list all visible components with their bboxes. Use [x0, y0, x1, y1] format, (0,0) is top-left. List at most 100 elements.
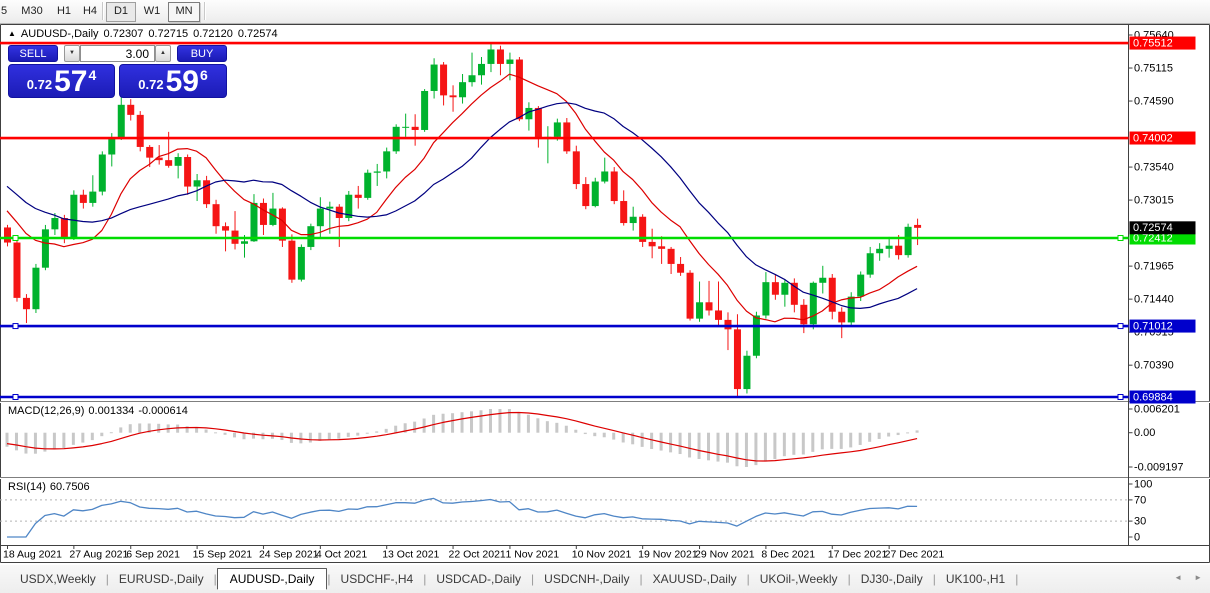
macd-header: MACD(12,26,9) 0.001334 -0.000614: [8, 405, 192, 417]
collapse-panel-icon[interactable]: ▲: [8, 29, 16, 38]
rsi-header: RSI(14) 60.7506: [8, 481, 94, 493]
ohlc-close: 0.72574: [238, 28, 278, 40]
svg-text:0.74002: 0.74002: [1133, 132, 1173, 144]
tabs-scroll-left-icon[interactable]: ◄: [1174, 573, 1182, 582]
rsi-axis: 100 70 30 0: [1129, 478, 1153, 543]
sell-price-prefix: 0.72: [27, 77, 52, 92]
date-label: 1 Nov 2021: [505, 548, 559, 560]
ohlc-high: 0.72715: [148, 28, 188, 40]
application-window: 0.756400.751150.745900.735400.730150.719…: [0, 0, 1210, 593]
buy-price-pip: 6: [200, 67, 208, 83]
date-label: 22 Oct 2021: [449, 548, 506, 560]
svg-text:0.75512: 0.75512: [1133, 37, 1173, 49]
sell-price-pip: 4: [88, 67, 96, 83]
line-handle[interactable]: [1118, 395, 1123, 400]
timeframe-button-d1[interactable]: D1: [106, 2, 136, 22]
date-label: 27 Dec 2021: [885, 548, 945, 560]
buy-price-prefix: 0.72: [138, 77, 163, 92]
ma-fast-line: [7, 74, 917, 322]
date-label: 29 Nov 2021: [695, 548, 755, 560]
timeframe-button-5[interactable]: 5: [0, 2, 10, 20]
svg-text:0.72574: 0.72574: [1133, 222, 1173, 234]
date-label: 24 Sep 2021: [259, 548, 319, 560]
macd-signal-value: -0.000614: [138, 405, 188, 417]
price-axis: 0.756400.751150.745900.735400.730150.719…: [1129, 29, 1196, 403]
tab-uk100-h1[interactable]: UK100-,H1: [936, 569, 1015, 589]
date-label: 15 Sep 2021: [193, 548, 253, 560]
sell-price-big: 57: [54, 65, 87, 98]
line-handle[interactable]: [1118, 324, 1123, 329]
date-label: 17 Dec 2021: [828, 548, 888, 560]
line-handle[interactable]: [13, 324, 18, 329]
svg-text:0.74590: 0.74590: [1134, 95, 1174, 107]
date-label: 13 Oct 2021: [382, 548, 439, 560]
macd-main-value: 0.001334: [88, 405, 134, 417]
symbol-tab-bar: USDX,Weekly|EURUSD-,Daily|AUDUSD-,Daily|…: [0, 564, 1210, 593]
svg-text:0.00: 0.00: [1134, 427, 1155, 439]
svg-text:0.71440: 0.71440: [1134, 294, 1174, 306]
sell-button[interactable]: SELL: [8, 45, 58, 62]
macd-name: MACD(12,26,9): [8, 405, 84, 417]
tab-eurusd-daily[interactable]: EURUSD-,Daily: [109, 569, 214, 589]
tabs-scroll-right-icon[interactable]: ►: [1194, 573, 1202, 582]
tab-ukoil-weekly[interactable]: UKOil-,Weekly: [750, 569, 848, 589]
tab-usdcad-daily[interactable]: USDCAD-,Daily: [426, 569, 531, 589]
line-handle[interactable]: [13, 395, 18, 400]
tab-usdx-weekly[interactable]: USDX,Weekly: [10, 569, 106, 589]
date-label: 4 Oct 2021: [316, 548, 368, 560]
line-handle[interactable]: [13, 236, 18, 241]
tab-separator: |: [1015, 572, 1018, 586]
buy-button[interactable]: BUY: [177, 45, 227, 62]
svg-text:0.71012: 0.71012: [1133, 320, 1173, 332]
chart-ohlc-header: ▲ AUDUSD-,Daily 0.72307 0.72715 0.72120 0.725…: [8, 28, 283, 40]
rsi-name: RSI(14): [8, 481, 46, 493]
svg-text:0.75115: 0.75115: [1134, 62, 1173, 74]
date-label: 27 Aug 2021: [69, 548, 128, 560]
symbol-title: AUDUSD-,Daily: [21, 28, 99, 40]
sell-price-button[interactable]: 0.72 57 4: [8, 64, 115, 98]
timeframe-button-mn[interactable]: MN: [168, 2, 200, 22]
svg-text:70: 70: [1134, 494, 1146, 506]
ohlc-low: 0.72120: [193, 28, 233, 40]
date-axis: 18 Aug 2021 27 Aug 20216 Sep 2021 15 Sep 2…: [3, 546, 944, 561]
svg-text:0.006201: 0.006201: [1134, 403, 1180, 415]
toolbar-separator: [204, 2, 206, 20]
tab-usdcnh-daily[interactable]: USDCNH-,Daily: [534, 569, 639, 589]
volume-decrease-button[interactable]: ▼: [64, 45, 80, 62]
rsi-line: [7, 498, 917, 537]
date-label: 18 Aug 2021: [3, 548, 62, 560]
date-label: 19 Nov 2021: [638, 548, 698, 560]
svg-text:0.73015: 0.73015: [1134, 194, 1174, 206]
ohlc-open: 0.72307: [104, 28, 144, 40]
buy-price-big: 59: [166, 65, 199, 98]
macd-axis: 0.006201 0.00 -0.009197: [1129, 403, 1184, 473]
date-label: 8 Dec 2021: [761, 548, 815, 560]
timeframe-button-h4[interactable]: H4: [78, 2, 102, 20]
svg-text:0.70390: 0.70390: [1134, 360, 1174, 372]
volume-increase-button[interactable]: ▲: [155, 45, 171, 62]
tab-xauusd-daily[interactable]: XAUUSD-,Daily: [643, 569, 747, 589]
toolbar-separator: [102, 2, 104, 20]
svg-text:0: 0: [1134, 531, 1140, 543]
date-label: 6 Sep 2021: [126, 548, 180, 560]
tab-usdchf-h4[interactable]: USDCHF-,H4: [331, 569, 424, 589]
timeframe-toolbar: 5 M30H1H4D1W1MN: [0, 0, 1210, 24]
line-handle[interactable]: [1118, 236, 1123, 241]
volume-input[interactable]: [80, 45, 155, 62]
rsi-value: 60.7506: [50, 481, 90, 493]
svg-text:30: 30: [1134, 516, 1146, 528]
tab-dj30-daily[interactable]: DJ30-,Daily: [851, 569, 933, 589]
svg-text:0.69884: 0.69884: [1133, 391, 1173, 403]
macd-histogram: [6, 409, 919, 467]
svg-text:-0.009197: -0.009197: [1134, 461, 1184, 473]
svg-text:0.73540: 0.73540: [1134, 161, 1174, 173]
tab-audusd-daily[interactable]: AUDUSD-,Daily: [217, 568, 328, 590]
timeframe-button-w1[interactable]: W1: [138, 2, 166, 20]
one-click-trade-panel: SELL ▼ ▲ BUY 0.72 57 4 0.72 59 6: [8, 45, 227, 98]
rsi-levels: [0, 500, 1129, 521]
svg-text:100: 100: [1134, 478, 1152, 490]
timeframe-button-m30[interactable]: M30: [16, 2, 48, 20]
date-label: 10 Nov 2021: [572, 548, 632, 560]
buy-price-button[interactable]: 0.72 59 6: [119, 64, 227, 98]
timeframe-button-h1[interactable]: H1: [52, 2, 76, 20]
